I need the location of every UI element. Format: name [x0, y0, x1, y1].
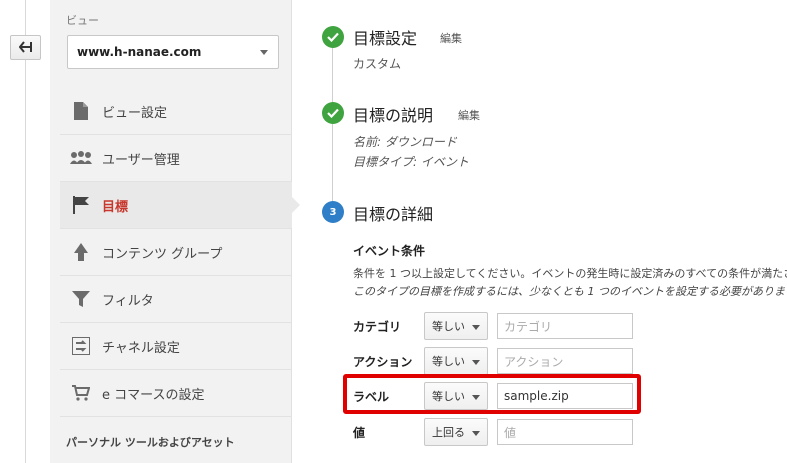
sidebar-item-view-settings[interactable]: ビュー設定	[60, 88, 292, 135]
check-icon	[322, 26, 344, 48]
chevron-down-icon	[472, 431, 480, 436]
action-input[interactable]: アクション	[497, 348, 633, 374]
sidebar-item-label: 目標	[102, 199, 129, 215]
sidebar-item-label: チャネル設定	[102, 340, 180, 356]
back-arrow-icon	[18, 38, 33, 57]
action-operator-select[interactable]: 等しい	[424, 347, 488, 375]
event-conditions-description: 条件を 1 つ以上設定してください。イベントの発生時に設定済みのすべての条件が満…	[353, 267, 787, 280]
chevron-down-icon	[472, 325, 480, 330]
step3-title: 目標の詳細	[353, 205, 434, 224]
step2-title: 目標の説明	[353, 106, 434, 125]
flag-icon	[70, 194, 92, 216]
event-conditions-note: このタイプの目標を作成するには、少なくとも 1 つのイベントを設定する必要があり…	[353, 285, 785, 298]
content-group-icon	[70, 241, 92, 263]
value-label: 値	[353, 426, 366, 440]
operator-value: 等しい	[432, 320, 465, 333]
step3-number: 3	[322, 201, 344, 223]
personal-tools-heading: パーソナル ツールおよびアセット	[66, 436, 235, 449]
category-label: カテゴリ	[353, 320, 402, 334]
channel-icon	[70, 335, 92, 357]
view-select-value: www.h-nanae.com	[77, 45, 202, 59]
operator-value: 等しい	[432, 355, 465, 368]
step2-goal-name: 名前: ダウンロード	[353, 135, 457, 149]
sidebar-item-content-groups[interactable]: コンテンツ グループ	[60, 229, 292, 276]
chevron-down-icon	[260, 50, 268, 55]
users-icon	[70, 147, 92, 169]
left-rail	[0, 0, 50, 463]
sidebar-item-label: コンテンツ グループ	[102, 246, 223, 262]
sidebar-item-channel-settings[interactable]: チャネル設定	[60, 323, 292, 370]
highlight-box	[343, 374, 641, 414]
sidebar-item-user-management[interactable]: ユーザー管理	[60, 135, 292, 182]
chevron-down-icon	[472, 360, 480, 365]
sidebar-item-ecommerce[interactable]: e コマースの設定	[60, 370, 292, 417]
check-icon	[322, 102, 344, 124]
sidebar-item-label: ユーザー管理	[102, 152, 180, 168]
document-icon	[70, 100, 92, 122]
sidebar-item-label: ビュー設定	[102, 105, 168, 121]
goal-setup-panel: 目標設定 編集 カスタム 目標の説明 編集 名前: ダウンロード 目標タイプ: …	[293, 0, 787, 463]
event-conditions-heading: イベント条件	[353, 244, 426, 258]
view-label: ビュー	[66, 14, 99, 27]
value-input[interactable]: 値	[497, 419, 633, 445]
category-operator-select[interactable]: 等しい	[424, 312, 488, 340]
step1-summary: カスタム	[353, 57, 402, 71]
filter-icon	[70, 288, 92, 310]
step-connector	[332, 45, 333, 215]
back-button[interactable]	[10, 35, 41, 60]
step2-edit-link[interactable]: 編集	[458, 107, 480, 123]
sidebar-item-label: e コマースの設定	[102, 387, 205, 403]
rail-divider	[25, 0, 26, 463]
cart-icon	[70, 382, 92, 404]
sidebar-item-filters[interactable]: フィルタ	[60, 276, 292, 323]
operator-value: 上回る	[432, 426, 465, 439]
step1-edit-link[interactable]: 編集	[440, 30, 462, 46]
sidebar-nav: ビュー設定 ユーザー管理 目標 コンテンツ グループ フィルタ チャネル設定 e…	[60, 88, 300, 417]
action-label: アクション	[353, 355, 413, 369]
view-select[interactable]: www.h-nanae.com	[67, 35, 279, 69]
sidebar-item-label: フィルタ	[102, 293, 154, 309]
category-input[interactable]: カテゴリ	[497, 313, 633, 339]
step2-goal-type: 目標タイプ: イベント	[353, 155, 469, 169]
sidebar-item-goals[interactable]: 目標	[60, 182, 300, 229]
value-operator-select[interactable]: 上回る	[424, 418, 488, 446]
admin-sidebar: ビュー www.h-nanae.com ビュー設定 ユーザー管理 目標 コンテン…	[50, 0, 300, 463]
step1-title: 目標設定	[353, 29, 418, 48]
